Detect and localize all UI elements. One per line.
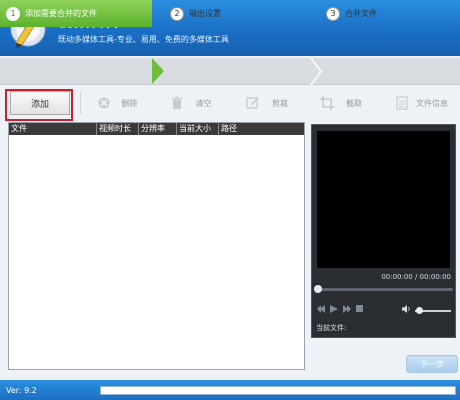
progress-bar — [100, 386, 456, 395]
crop-label: 截取 — [346, 98, 362, 108]
time-readout: 00:00:00 / 00:00:00 — [381, 273, 451, 281]
column-size[interactable]: 当前大小 — [177, 123, 219, 135]
step-output-settings[interactable]: 2 输出设置 — [170, 0, 320, 27]
step-number: 2 — [170, 6, 184, 21]
delete-label: 删除 — [121, 98, 138, 108]
step-add-files[interactable]: 1 添加需要合并的文件 — [0, 0, 152, 27]
clear-label: 清空 — [195, 98, 212, 108]
column-duration[interactable]: 视频时长 — [97, 123, 139, 135]
volume-handle[interactable] — [416, 307, 423, 314]
file-info-button[interactable]: 文件信息 — [388, 92, 456, 114]
step-divider-icon — [310, 58, 322, 85]
step-merge-files[interactable]: 3 合并文件 — [326, 0, 446, 27]
column-path[interactable]: 路径 — [219, 123, 304, 135]
table-header: 文件 视频时长 分辨率 当前大小 路径 — [9, 123, 304, 135]
step-label: 添加需要合并的文件 — [25, 9, 97, 18]
version-label: Ver: 9.2 — [6, 386, 37, 395]
file-list-table[interactable]: 文件 视频时长 分辨率 当前大小 路径 — [8, 122, 305, 370]
add-button-highlight — [5, 89, 73, 121]
seek-bar[interactable] — [316, 288, 453, 291]
clear-button[interactable]: 清空 — [163, 92, 218, 114]
next-step-label: 下一步 — [420, 359, 444, 369]
rewind-icon[interactable] — [317, 305, 325, 313]
crop-button[interactable]: 截取 — [312, 92, 370, 114]
delete-button[interactable]: 删除 — [90, 92, 145, 114]
stop-icon[interactable] — [356, 305, 364, 313]
cut-label: 剪裁 — [272, 98, 288, 108]
file-info-label: 文件信息 — [416, 98, 448, 108]
app-subtitle: 既动多媒体工具-专业、易用、免费的多媒体工具 — [58, 35, 229, 44]
crop-icon — [320, 96, 334, 110]
step-bar — [0, 58, 460, 85]
delete-icon — [98, 97, 109, 109]
file-info-icon — [396, 96, 408, 110]
step-label: 合并文件 — [345, 9, 377, 18]
column-file[interactable]: 文件 — [9, 123, 97, 135]
preview-player: 00:00:00 / 00:00:00 当前文件: — [311, 124, 456, 338]
edit-icon — [246, 97, 259, 109]
step-number: 1 — [6, 6, 20, 21]
video-screen — [317, 131, 450, 268]
forward-icon[interactable] — [343, 305, 351, 313]
seek-handle[interactable] — [314, 285, 322, 293]
step-number: 3 — [326, 6, 340, 21]
next-step-button[interactable]: 下一步 — [406, 355, 458, 373]
play-icon[interactable] — [330, 305, 338, 313]
status-bar: Ver: 9.2 — [0, 380, 460, 400]
current-file-label: 当前文件: — [316, 324, 347, 332]
toolbar-divider — [80, 92, 81, 114]
trash-icon — [171, 96, 182, 109]
column-resolution[interactable]: 分辨率 — [139, 123, 177, 135]
cut-button[interactable]: 剪裁 — [237, 92, 297, 114]
step-label: 输出设置 — [189, 9, 221, 18]
volume-icon[interactable] — [402, 305, 411, 313]
step-arrow-icon — [152, 58, 164, 84]
